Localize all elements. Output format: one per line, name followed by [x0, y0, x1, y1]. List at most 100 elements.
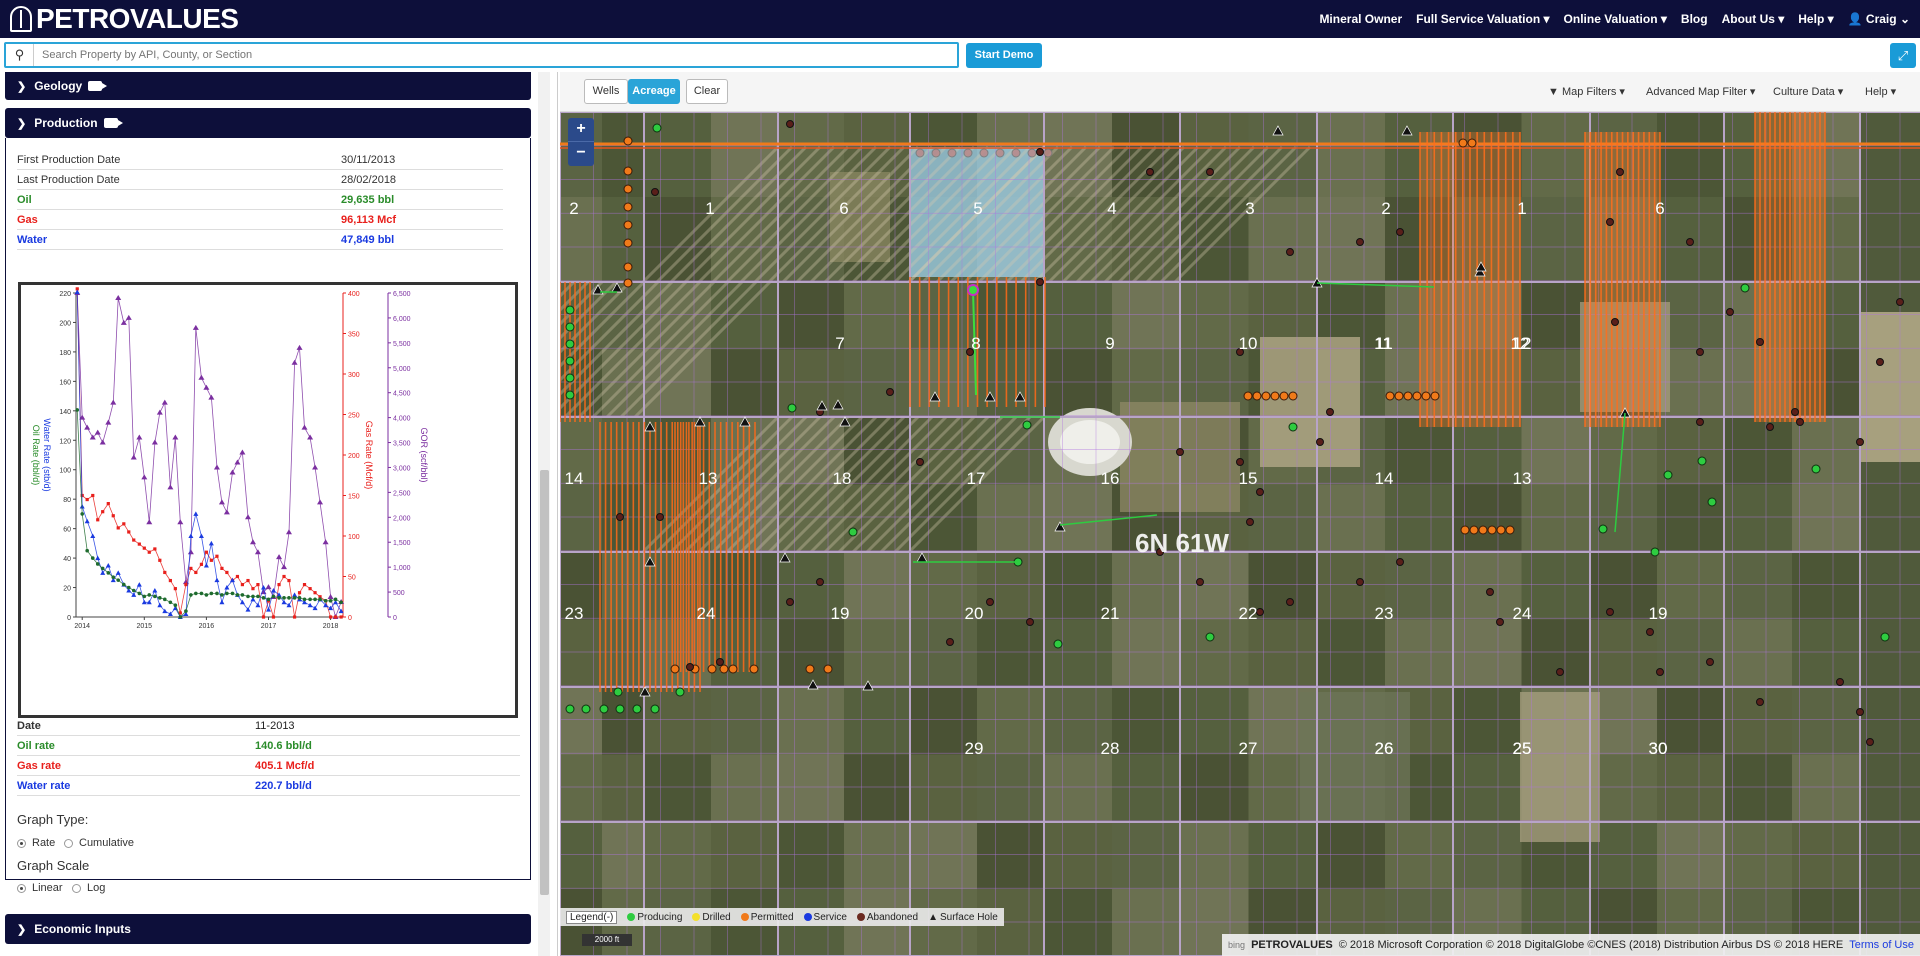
- search-box[interactable]: ⚲: [4, 42, 959, 68]
- data-point-oil-rate: [230, 591, 235, 596]
- data-point-gas-rate: [328, 615, 333, 619]
- map-canvas[interactable]: 2 1 6 5 4 3 2 1 6 11 12 7 8 9 10 11 12 14 13 18 17 16 15 14 13 23…: [560, 112, 1920, 956]
- graph-scale-log-radio[interactable]: Log: [72, 882, 105, 894]
- map-field-tile: [602, 112, 644, 197]
- map-field-tile: [910, 754, 977, 822]
- nav-online-valuation[interactable]: Online Valuation ▾: [1564, 12, 1667, 26]
- graph-type-cumulative-radio[interactable]: Cumulative: [64, 837, 134, 849]
- data-point-gas-rate: [282, 574, 286, 579]
- advanced-map-filter-menu[interactable]: Advanced Map Filter ▾: [1646, 85, 1755, 98]
- legend-label: Service: [813, 911, 847, 923]
- data-point-gor: [208, 394, 215, 400]
- nav-help[interactable]: Help ▾: [1798, 12, 1833, 26]
- nav-blog[interactable]: Blog: [1681, 12, 1708, 26]
- acreage-toggle-button[interactable]: Acreage: [628, 79, 680, 104]
- brand-logo[interactable]: PETROVALUES: [10, 3, 239, 35]
- wells-toggle-button[interactable]: Wells: [584, 79, 628, 104]
- producing-well-marker: [632, 704, 642, 714]
- gor-tick-label: 0: [393, 615, 397, 622]
- economic-inputs-section-header[interactable]: ❯ Economic Inputs: [5, 914, 531, 944]
- data-point-oil-rate: [173, 603, 178, 608]
- search-icon[interactable]: ⚲: [6, 44, 34, 66]
- legend-dot-icon: [627, 913, 636, 921]
- permitted-well-marker: [1487, 525, 1497, 535]
- detail-value: 220.7 bbl/d: [255, 779, 312, 792]
- culture-data-menu[interactable]: Culture Data ▾: [1773, 85, 1843, 98]
- map-attribution: bing PETROVALUES © 2018 Microsoft Corpor…: [1222, 934, 1920, 956]
- permitted-well-marker: [623, 202, 633, 212]
- data-point-water-rate: [136, 582, 142, 587]
- x-tick-label: 2017: [261, 623, 277, 630]
- map-help-menu[interactable]: Help ▾: [1865, 85, 1896, 98]
- permitted-well-marker: [1421, 391, 1431, 401]
- producing-well-marker: [565, 704, 575, 714]
- nav-about-us[interactable]: About Us ▾: [1722, 12, 1785, 26]
- permitted-well-marker: [623, 220, 633, 230]
- geology-section-header[interactable]: ❯ Geology: [5, 72, 531, 100]
- abandoned-well-marker: [1896, 298, 1904, 306]
- data-point-oil-rate: [142, 594, 147, 599]
- data-point-gor: [125, 314, 132, 320]
- data-point-oil-rate: [251, 594, 255, 599]
- clear-button[interactable]: Clear: [686, 79, 728, 104]
- attribution-text: © 2018 Microsoft Corporation © 2018 Digi…: [1338, 939, 1844, 951]
- permitted-well-marker: [1027, 148, 1037, 158]
- production-section-header[interactable]: ❯ Production: [5, 108, 531, 138]
- nav-mineral-owner[interactable]: Mineral Owner: [1319, 12, 1402, 26]
- map-filters-menu[interactable]: ▼ Map Filters ▾: [1548, 85, 1625, 98]
- map-field-tile: [1724, 484, 1792, 552]
- map-legend[interactable]: Legend(-) Producing Drilled Permitted Se…: [560, 908, 1004, 926]
- section-number-label: 28: [1101, 739, 1120, 758]
- producing-well-marker: [565, 356, 575, 366]
- start-demo-button[interactable]: Start Demo: [966, 43, 1042, 68]
- y-tick-label: 120: [59, 438, 71, 445]
- gas-tick-label: 200: [348, 453, 360, 460]
- terms-of-use-link[interactable]: Terms of Use: [1849, 939, 1914, 951]
- data-point-gor: [281, 564, 288, 570]
- graph-scale-linear-radio[interactable]: Linear: [17, 882, 63, 894]
- data-point-oil-rate: [282, 596, 286, 600]
- map-field-tile: [977, 822, 1044, 889]
- data-point-oil-rate: [246, 594, 250, 599]
- legend-toggle[interactable]: Legend(-): [566, 910, 618, 924]
- production-chart[interactable]: 0 20 40 60 80 100 120 140 160 180 200 220 0 50 100 150 2…: [18, 282, 518, 718]
- permitted-well-marker: [1043, 148, 1053, 158]
- map-field-patch: [1520, 692, 1600, 842]
- gas-tick-label: 100: [348, 534, 360, 541]
- y-tick-label: 80: [63, 497, 71, 504]
- zoom-in-button[interactable]: +: [568, 118, 594, 142]
- left-panel-scroll-thumb[interactable]: [540, 470, 549, 895]
- data-point-gas-rate: [297, 591, 302, 595]
- search-input[interactable]: [34, 49, 957, 61]
- user-menu[interactable]: 👤 Craig ⌄: [1848, 12, 1910, 26]
- summary-value: 30/11/2013: [341, 153, 396, 166]
- data-point-gas-rate: [277, 583, 281, 587]
- x-tick-label: 2018: [323, 623, 339, 630]
- data-point-oil-rate: [323, 599, 328, 603]
- data-point-gas-rate: [235, 574, 240, 579]
- data-point-gas-rate: [251, 587, 255, 591]
- zoom-out-button[interactable]: −: [568, 142, 594, 166]
- legend-item-drilled: Drilled: [692, 912, 731, 923]
- permitted-well-marker: [979, 148, 989, 158]
- map-field-tile: [1724, 619, 1792, 687]
- data-point-gor: [307, 434, 314, 440]
- detail-row-water-rate: Water rate 220.7 bbl/d: [17, 776, 520, 796]
- expand-icon[interactable]: ⤢: [1890, 43, 1916, 68]
- data-point-gas-rate: [333, 615, 338, 619]
- map-field-tile: [1385, 552, 1453, 620]
- data-point-gor: [94, 429, 101, 435]
- abandoned-well-marker: [686, 663, 694, 671]
- data-point-oil-rate: [85, 548, 89, 553]
- nav-full-service-valuation[interactable]: Full Service Valuation ▾: [1416, 12, 1549, 26]
- graph-type-rate-radio[interactable]: Rate: [17, 837, 55, 849]
- section-number-label: 5: [973, 199, 982, 218]
- producing-well-marker: [1650, 547, 1660, 557]
- producing-well-marker: [650, 704, 660, 714]
- data-point-oil-rate: [116, 578, 121, 582]
- map-field-tile: [602, 822, 644, 889]
- selected-well-marker: [967, 284, 979, 296]
- data-point-oil-rate: [235, 593, 240, 597]
- data-point-oil-rate: [220, 593, 224, 597]
- data-point-water-rate: [214, 577, 220, 583]
